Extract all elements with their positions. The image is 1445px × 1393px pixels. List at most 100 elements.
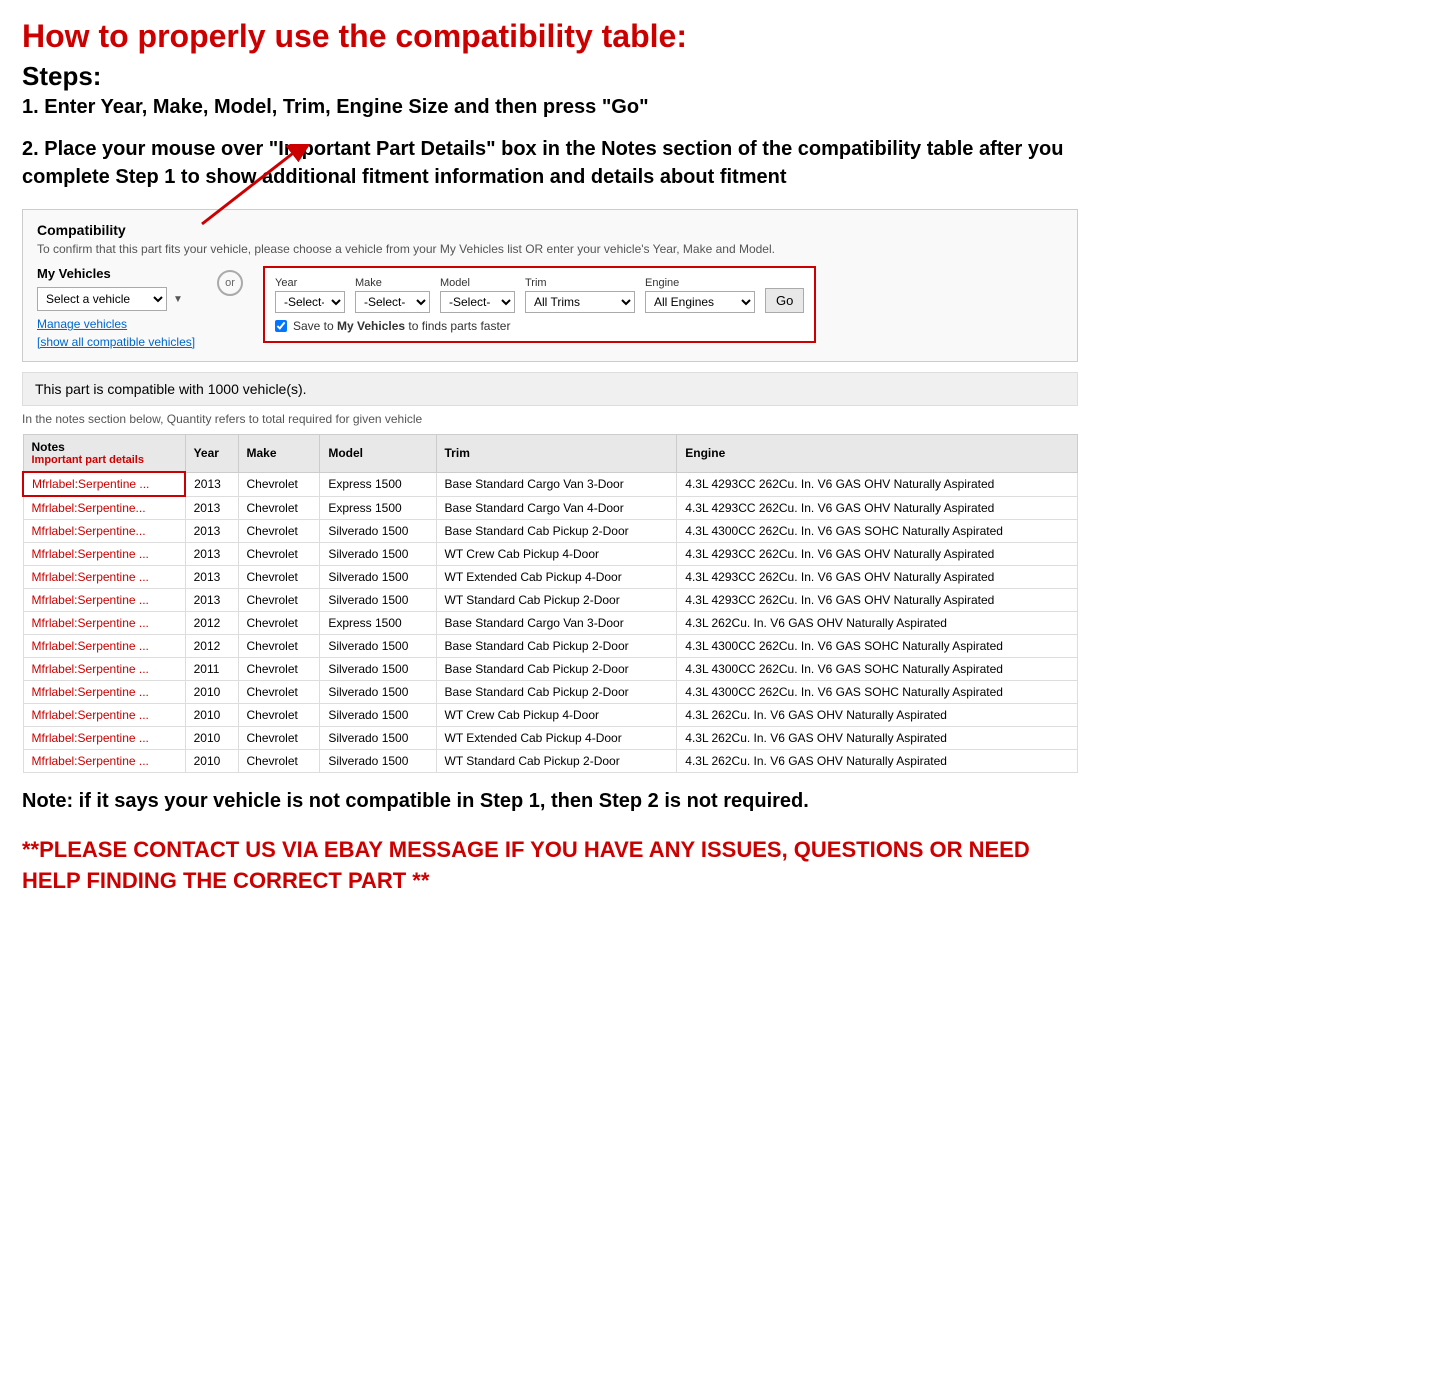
cell-make: Chevrolet [238, 635, 320, 658]
model-select[interactable]: -Select- [440, 291, 515, 313]
cell-make: Chevrolet [238, 496, 320, 520]
cell-year: 2010 [185, 681, 238, 704]
col-header-trim: Trim [436, 435, 677, 473]
cell-trim: Base Standard Cargo Van 3-Door [436, 472, 677, 496]
engine-label: Engine [645, 277, 755, 289]
cell-engine: 4.3L 262Cu. In. V6 GAS OHV Naturally Asp… [677, 612, 1078, 635]
cell-make: Chevrolet [238, 520, 320, 543]
model-field-group: Model -Select- [440, 277, 515, 313]
cell-trim: Base Standard Cab Pickup 2-Door [436, 681, 677, 704]
cell-model: Express 1500 [320, 496, 436, 520]
cell-engine: 4.3L 262Cu. In. V6 GAS OHV Naturally Asp… [677, 727, 1078, 750]
cell-notes: Mfrlabel:Serpentine ... [23, 704, 185, 727]
arrow-graphic [172, 144, 372, 234]
table-row: Mfrlabel:Serpentine...2013ChevroletSilve… [23, 520, 1078, 543]
cell-notes: Mfrlabel:Serpentine ... [23, 566, 185, 589]
cell-engine: 4.3L 4293CC 262Cu. In. V6 GAS OHV Natura… [677, 496, 1078, 520]
year-make-section: Year -Select- Make -Select- Model [263, 266, 816, 343]
cell-notes: Mfrlabel:Serpentine... [23, 496, 185, 520]
cell-model: Silverado 1500 [320, 658, 436, 681]
cell-year: 2010 [185, 704, 238, 727]
table-row: Mfrlabel:Serpentine ...2010ChevroletSilv… [23, 704, 1078, 727]
cell-engine: 4.3L 4293CC 262Cu. In. V6 GAS OHV Natura… [677, 566, 1078, 589]
table-row: Mfrlabel:Serpentine ...2012ChevroletExpr… [23, 612, 1078, 635]
or-divider: or [217, 270, 243, 296]
table-row: Mfrlabel:Serpentine ...2010ChevroletSilv… [23, 750, 1078, 773]
col-header-notes: Notes Important part details [23, 435, 185, 473]
vehicle-select[interactable]: Select a vehicle [37, 287, 167, 311]
cell-notes: Mfrlabel:Serpentine ... [23, 750, 185, 773]
cell-make: Chevrolet [238, 658, 320, 681]
engine-field-group: Engine All Engines [645, 277, 755, 313]
cell-engine: 4.3L 262Cu. In. V6 GAS OHV Naturally Asp… [677, 704, 1078, 727]
table-row: Mfrlabel:Serpentine ...2010ChevroletSilv… [23, 681, 1078, 704]
cell-year: 2013 [185, 496, 238, 520]
table-row: Mfrlabel:Serpentine ...2010ChevroletSilv… [23, 727, 1078, 750]
cell-trim: Base Standard Cargo Van 3-Door [436, 612, 677, 635]
col-header-make: Make [238, 435, 320, 473]
quantity-note: In the notes section below, Quantity ref… [22, 412, 1078, 426]
trim-label: Trim [525, 277, 635, 289]
table-row: Mfrlabel:Serpentine ...2013ChevroletSilv… [23, 589, 1078, 612]
cell-engine: 4.3L 4293CC 262Cu. In. V6 GAS OHV Natura… [677, 472, 1078, 496]
cell-year: 2013 [185, 589, 238, 612]
cell-model: Express 1500 [320, 472, 436, 496]
table-header-row: Notes Important part details Year Make M… [23, 435, 1078, 473]
cell-engine: 4.3L 4300CC 262Cu. In. V6 GAS SOHC Natur… [677, 681, 1078, 704]
year-field-group: Year -Select- [275, 277, 345, 313]
save-checkbox[interactable] [275, 320, 287, 332]
my-vehicles-section: My Vehicles Select a vehicle ▼ Manage ve… [37, 266, 197, 349]
cell-notes: Mfrlabel:Serpentine ... [23, 727, 185, 750]
cell-notes: Mfrlabel:Serpentine ... [23, 543, 185, 566]
cell-make: Chevrolet [238, 750, 320, 773]
page-main-title: How to properly use the compatibility ta… [22, 18, 1078, 55]
cell-trim: WT Crew Cab Pickup 4-Door [436, 543, 677, 566]
make-select[interactable]: -Select- [355, 291, 430, 313]
cell-year: 2013 [185, 566, 238, 589]
cell-model: Silverado 1500 [320, 566, 436, 589]
year-select[interactable]: -Select- [275, 291, 345, 313]
engine-select[interactable]: All Engines [645, 291, 755, 313]
cell-trim: Base Standard Cargo Van 4-Door [436, 496, 677, 520]
my-vehicles-label: My Vehicles [37, 266, 197, 281]
cell-model: Silverado 1500 [320, 750, 436, 773]
cell-notes: Mfrlabel:Serpentine ... [23, 589, 185, 612]
cell-trim: WT Extended Cab Pickup 4-Door [436, 727, 677, 750]
cell-make: Chevrolet [238, 543, 320, 566]
table-row: Mfrlabel:Serpentine...2013ChevroletExpre… [23, 496, 1078, 520]
manage-vehicles-link[interactable]: Manage vehicles [37, 317, 197, 331]
cell-engine: 4.3L 4300CC 262Cu. In. V6 GAS SOHC Natur… [677, 520, 1078, 543]
trim-select[interactable]: All Trims [525, 291, 635, 313]
note-text: Note: if it says your vehicle is not com… [22, 787, 1078, 815]
cell-model: Silverado 1500 [320, 520, 436, 543]
year-label: Year [275, 277, 345, 289]
cell-year: 2011 [185, 658, 238, 681]
table-row: Mfrlabel:Serpentine ...2011ChevroletSilv… [23, 658, 1078, 681]
col-header-year: Year [185, 435, 238, 473]
cell-trim: WT Crew Cab Pickup 4-Door [436, 704, 677, 727]
cell-make: Chevrolet [238, 566, 320, 589]
make-field-group: Make -Select- [355, 277, 430, 313]
cell-year: 2012 [185, 635, 238, 658]
steps-label: Steps: [22, 61, 1078, 92]
compatibility-table: Notes Important part details Year Make M… [22, 434, 1078, 773]
cell-model: Express 1500 [320, 612, 436, 635]
cell-model: Silverado 1500 [320, 681, 436, 704]
cell-model: Silverado 1500 [320, 727, 436, 750]
cell-year: 2013 [185, 520, 238, 543]
cell-make: Chevrolet [238, 704, 320, 727]
cell-year: 2010 [185, 750, 238, 773]
cell-notes: Mfrlabel:Serpentine... [23, 520, 185, 543]
cell-year: 2010 [185, 727, 238, 750]
cell-make: Chevrolet [238, 612, 320, 635]
compatible-count-bar: This part is compatible with 1000 vehicl… [22, 372, 1078, 406]
cell-trim: Base Standard Cab Pickup 2-Door [436, 520, 677, 543]
cell-trim: Base Standard Cab Pickup 2-Door [436, 658, 677, 681]
trim-field-group: Trim All Trims [525, 277, 635, 313]
col-header-model: Model [320, 435, 436, 473]
go-button[interactable]: Go [765, 288, 804, 313]
show-compatible-link[interactable]: [show all compatible vehicles] [37, 335, 197, 349]
cell-notes: Mfrlabel:Serpentine ... [23, 472, 185, 496]
cell-notes: Mfrlabel:Serpentine ... [23, 635, 185, 658]
save-text: Save to My Vehicles to finds parts faste… [293, 319, 510, 333]
